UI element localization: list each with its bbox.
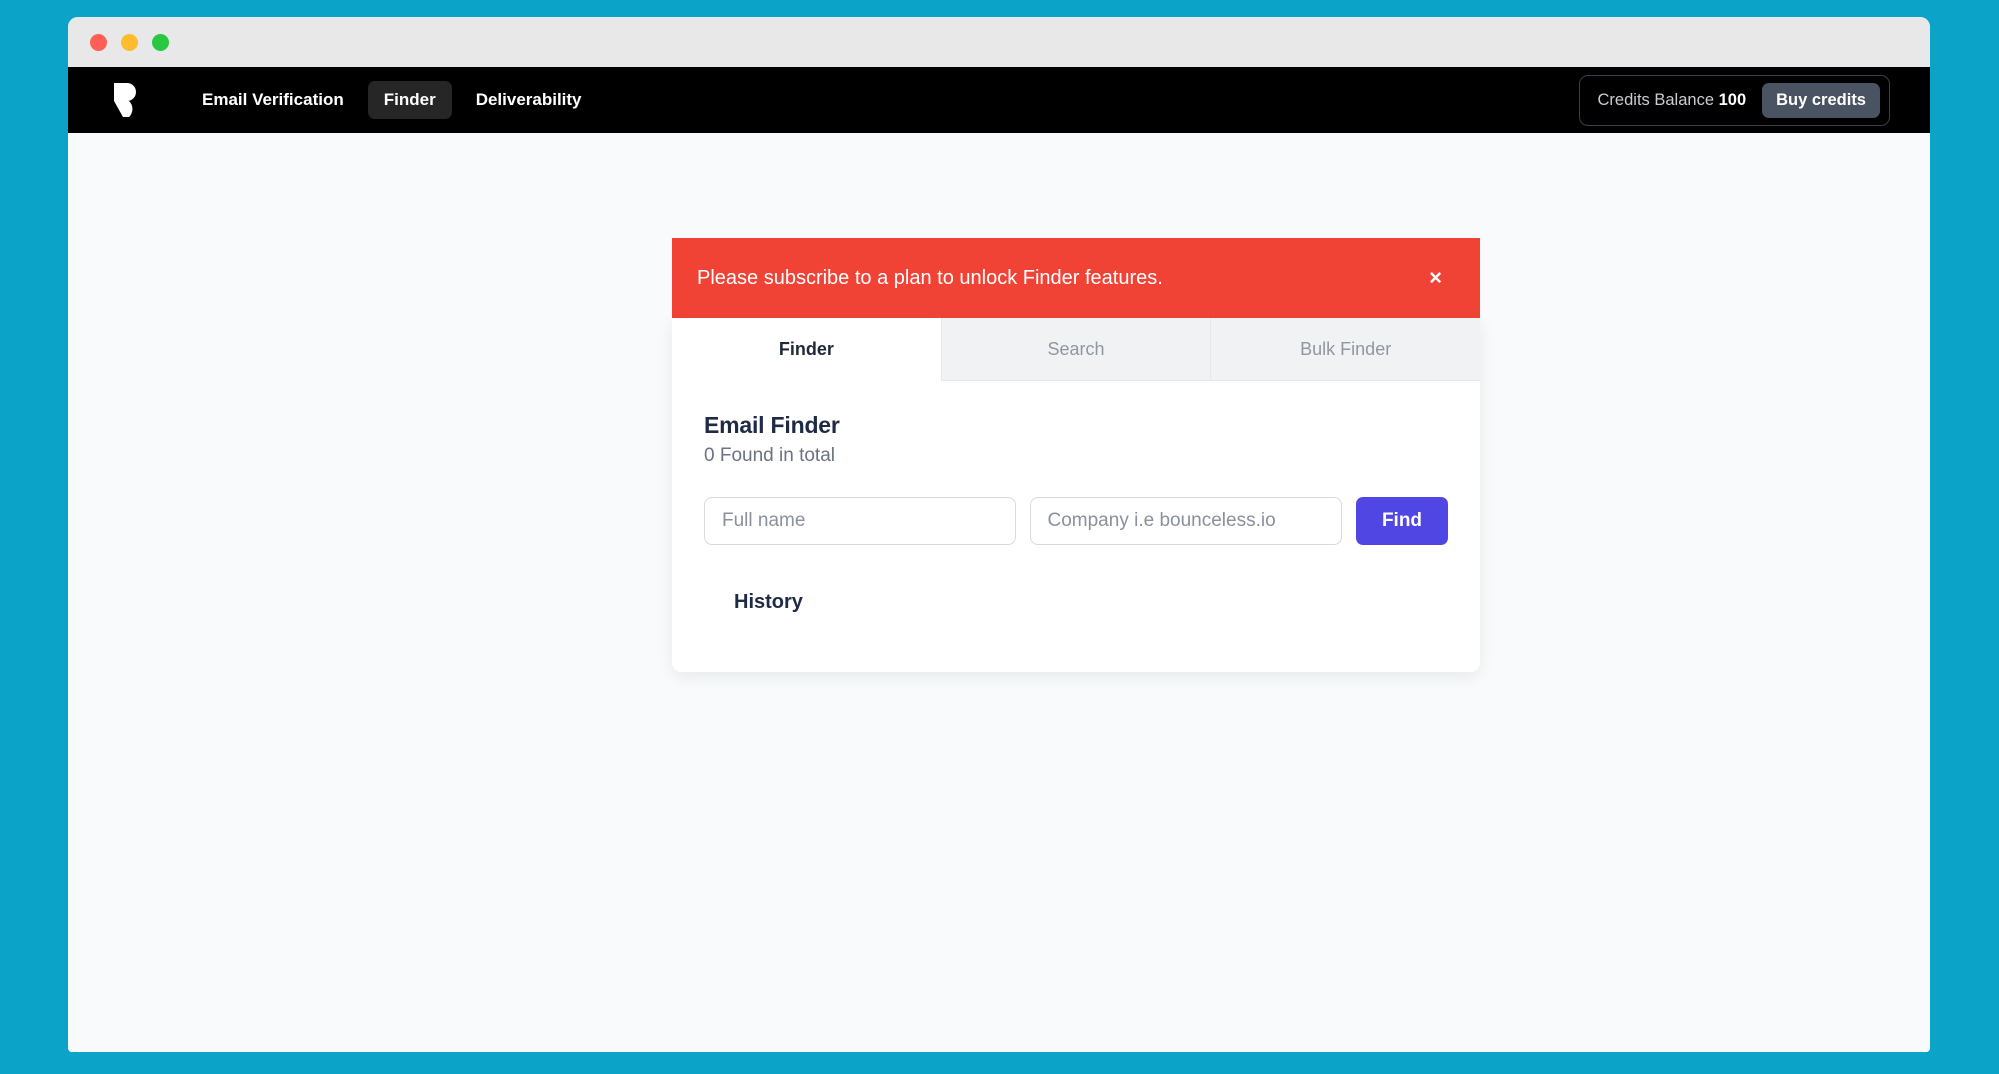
history-heading: History (734, 591, 803, 613)
browser-window: Email Verification Finder Deliverability… (68, 17, 1930, 1052)
nav-label: Email Verification (202, 90, 344, 109)
finder-card: Finder Search Bulk Finder Email Finder 0… (672, 318, 1480, 672)
full-name-input[interactable] (704, 497, 1016, 545)
minimize-window-button[interactable] (121, 33, 138, 51)
alert-message: Please subscribe to a plan to unlock Fin… (697, 266, 1163, 289)
finder-tabs: Finder Search Bulk Finder (672, 318, 1480, 381)
close-window-button[interactable] (90, 33, 107, 51)
finder-panel: Email Finder 0 Found in total Find Histo… (672, 381, 1480, 672)
tab-label: Search (1047, 338, 1105, 359)
finder-form: Find (704, 497, 1448, 545)
close-icon[interactable]: × (1425, 263, 1446, 293)
zoom-window-button[interactable] (152, 33, 169, 51)
bounceless-logo-icon[interactable] (110, 81, 144, 119)
credits-balance-group: Credits Balance 100 Buy credits (1578, 74, 1890, 126)
primary-nav: Email Verification Finder Deliverability (186, 81, 598, 119)
credits-balance-value: 100 (1718, 90, 1747, 109)
credits-balance-text: Credits Balance 100 (1598, 91, 1747, 110)
credits-balance-label: Credits Balance (1597, 90, 1714, 109)
buy-credits-button[interactable]: Buy credits (1762, 82, 1880, 118)
page-content: Please subscribe to a plan to unlock Fin… (68, 133, 1930, 1052)
tab-finder[interactable]: Finder (672, 318, 941, 381)
tab-search[interactable]: Search (940, 318, 1211, 381)
nav-item-email-verification[interactable]: Email Verification (186, 81, 360, 119)
page-title: Email Finder (704, 412, 840, 438)
company-input[interactable] (1029, 497, 1342, 545)
nav-label: Finder (383, 90, 436, 109)
tab-label: Finder (778, 338, 834, 359)
finder-container: Please subscribe to a plan to unlock Fin… (672, 238, 1480, 672)
nav-item-deliverability[interactable]: Deliverability (460, 81, 598, 119)
nav-item-finder[interactable]: Finder (367, 81, 452, 119)
window-titlebar (68, 17, 1930, 67)
found-total-text: 0 Found in total (704, 445, 835, 466)
traffic-lights (90, 33, 169, 51)
tab-bulk-finder[interactable]: Bulk Finder (1210, 318, 1480, 381)
tab-label: Bulk Finder (1300, 338, 1392, 359)
find-button[interactable]: Find (1356, 497, 1448, 545)
subscription-alert-banner: Please subscribe to a plan to unlock Fin… (672, 238, 1480, 318)
nav-label: Deliverability (475, 90, 582, 109)
app-header: Email Verification Finder Deliverability… (68, 67, 1930, 133)
